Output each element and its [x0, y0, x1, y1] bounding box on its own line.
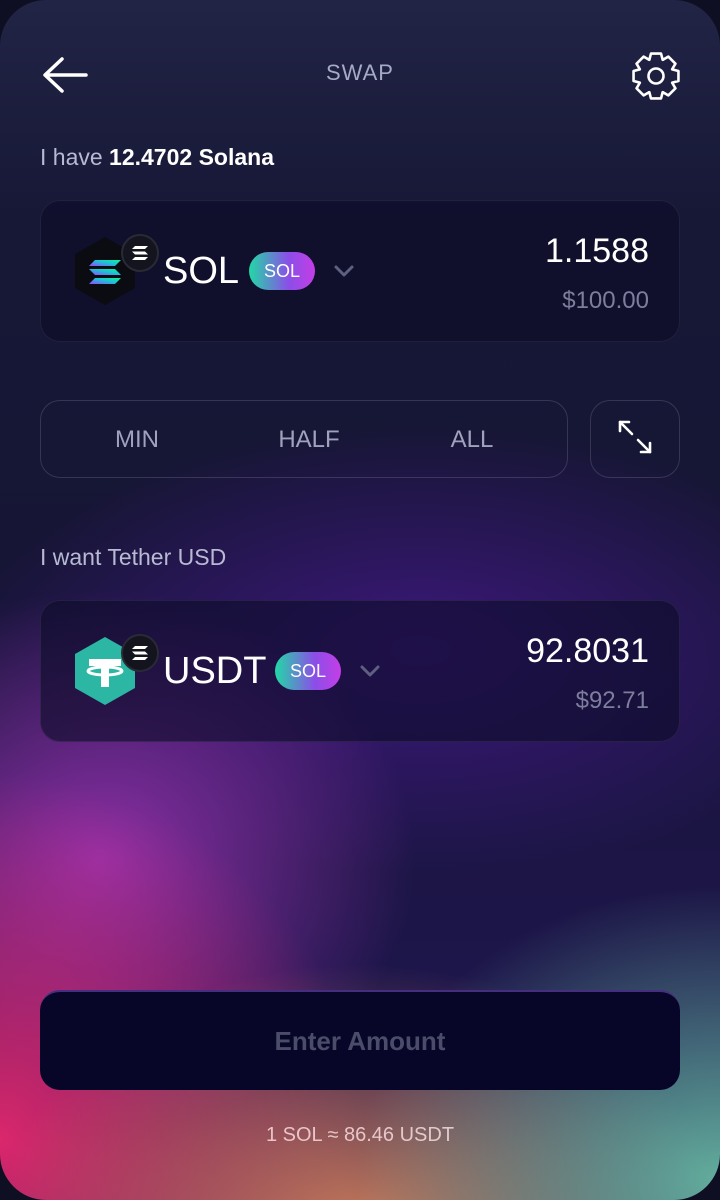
- to-label: I want Tether USD: [40, 544, 227, 570]
- from-token-symbol: SOL: [163, 250, 240, 292]
- solana-chain-badge-icon: [121, 234, 159, 272]
- to-token-card[interactable]: USDT SOL 92.8031 $92.71: [40, 600, 680, 742]
- to-token-symbol: USDT: [163, 650, 267, 692]
- preset-half-button[interactable]: HALF: [251, 401, 367, 479]
- page-title: SWAP: [326, 60, 394, 85]
- amount-presets: MIN HALF ALL: [40, 400, 568, 478]
- swap-screen: SWAP I have 12.4702 Solana SOL SOL 1.158…: [0, 0, 720, 1200]
- from-label-prefix: I have: [40, 144, 103, 170]
- chevron-down-icon[interactable]: [333, 264, 355, 278]
- enter-amount-button[interactable]: Enter Amount: [40, 990, 680, 1090]
- to-usd-value: $92.71: [575, 687, 649, 714]
- chevron-down-icon[interactable]: [359, 664, 381, 678]
- from-balance-label: I have 12.4702 Solana: [40, 144, 274, 171]
- exchange-rate: 1 SOL ≈ 86.46 USDT: [265, 1124, 455, 1146]
- from-usd-value: $100.00: [562, 287, 649, 314]
- to-amount: 92.8031: [526, 632, 649, 670]
- from-token-card[interactable]: SOL SOL 1.1588 $100.00: [40, 200, 680, 342]
- from-amount[interactable]: 1.1588: [545, 232, 649, 271]
- from-network-badge: SOL: [249, 252, 315, 290]
- swap-direction-button[interactable]: [590, 400, 680, 478]
- from-balance: 12.4702 Solana: [109, 144, 274, 170]
- solana-chain-badge-icon: [121, 634, 159, 672]
- gear-icon[interactable]: [630, 50, 682, 102]
- preset-all-button[interactable]: ALL: [421, 401, 523, 479]
- preset-min-button[interactable]: MIN: [81, 401, 193, 479]
- swap-arrows-icon: [615, 417, 655, 462]
- to-network-badge: SOL: [275, 652, 341, 690]
